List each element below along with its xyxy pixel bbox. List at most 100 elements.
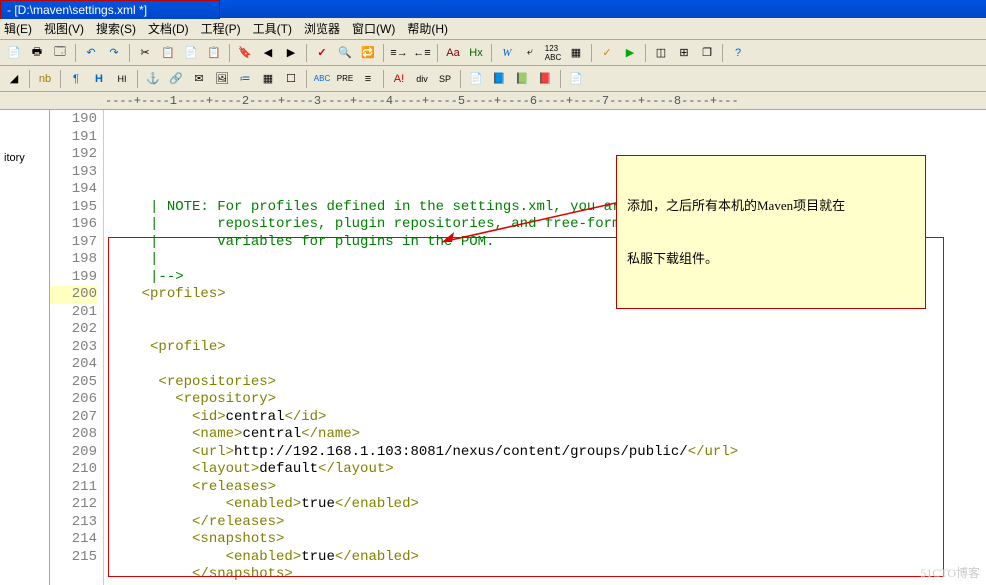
separator <box>491 44 492 62</box>
email-icon[interactable]: ✉ <box>189 69 209 89</box>
separator <box>383 44 384 62</box>
link-icon[interactable]: 🔗 <box>166 69 186 89</box>
cut-icon[interactable]: ✂ <box>135 43 155 63</box>
a-excl-icon[interactable]: A! <box>389 69 409 89</box>
separator <box>560 70 561 88</box>
paste-icon[interactable]: 📄 <box>181 43 201 63</box>
line-number: 191 <box>50 129 97 147</box>
check-icon[interactable]: ✓ <box>597 43 617 63</box>
separator <box>437 44 438 62</box>
doc-gray-icon[interactable]: 📄 <box>566 69 586 89</box>
menu-search[interactable]: 搜索(S) <box>96 20 136 37</box>
doc-blue-icon[interactable]: 📘 <box>489 69 509 89</box>
code-line[interactable]: <enabled>true</enabled> <box>108 549 986 567</box>
wrap-icon[interactable]: ⤶ <box>520 43 540 63</box>
code-line[interactable]: <layout>default</layout> <box>108 461 986 479</box>
code-line[interactable] <box>108 321 986 339</box>
sidebar-item[interactable]: itory <box>2 150 47 166</box>
heading-icon[interactable]: H <box>89 69 109 89</box>
nav-prev-icon[interactable]: ◀ <box>258 43 278 63</box>
menu-project[interactable]: 工程(P) <box>201 20 241 37</box>
code-line[interactable]: <repositories> <box>108 374 986 392</box>
word-icon[interactable]: W <box>497 43 517 63</box>
redo-icon[interactable]: ↷ <box>104 43 124 63</box>
find-icon[interactable]: 🔍 <box>335 43 355 63</box>
watermark: 51CTO博客 <box>920 564 980 581</box>
font-aa-icon[interactable]: Aa <box>443 43 463 63</box>
code-line[interactable]: <url>http://192.168.1.103:8081/nexus/con… <box>108 444 986 462</box>
bookmark-icon[interactable]: 🔖 <box>235 43 255 63</box>
anchor-icon[interactable]: ⚓ <box>143 69 163 89</box>
code-line[interactable]: <snapshots> <box>108 531 986 549</box>
code-area[interactable]: 添加，之后所有本机的Maven项目就在 私服下载组件。 | NOTE: For … <box>104 110 986 585</box>
window-title: - [D:\maven\settings.xml *] <box>0 0 220 19</box>
align-icon[interactable]: ≡ <box>358 69 378 89</box>
preview-icon[interactable]: 🗔 <box>50 43 70 63</box>
callout-line2: 私服下载组件。 <box>627 250 915 268</box>
run-icon[interactable]: ▶ <box>620 43 640 63</box>
help-icon[interactable]: ? <box>728 43 748 63</box>
code-line[interactable]: </snapshots> <box>108 566 986 584</box>
toolbar-2: ◢ nb ¶ H HI ⚓ 🔗 ✉ 🖼 ≔ ▦ ☐ ABC PRE ≡ A! d… <box>0 66 986 92</box>
nav-next-icon[interactable]: ▶ <box>281 43 301 63</box>
menu-window[interactable]: 窗口(W) <box>352 20 395 37</box>
sp-icon[interactable]: SP <box>435 69 455 89</box>
line-number: 206 <box>50 391 97 409</box>
separator <box>29 70 30 88</box>
div-icon[interactable]: div <box>412 69 432 89</box>
replace-icon[interactable]: 🔁 <box>358 43 378 63</box>
undo-icon[interactable]: ↶ <box>81 43 101 63</box>
image-icon[interactable]: 🖼 <box>212 69 232 89</box>
code-line[interactable]: <enabled>true</enabled> <box>108 496 986 514</box>
window-tile-icon[interactable]: ⊞ <box>674 43 694 63</box>
tag-b-icon[interactable]: ◢ <box>4 69 24 89</box>
window-cascade-icon[interactable]: ❐ <box>697 43 717 63</box>
separator <box>306 44 307 62</box>
hi-icon[interactable]: HI <box>112 69 132 89</box>
columns-icon[interactable]: 123ABC <box>543 43 563 63</box>
code-line[interactable] <box>108 356 986 374</box>
code-line[interactable]: </releases> <box>108 514 986 532</box>
line-number: 210 <box>50 461 97 479</box>
menu-browser[interactable]: 浏览器 <box>304 20 340 37</box>
grid-icon[interactable]: ▦ <box>566 43 586 63</box>
copy-icon[interactable]: 📋 <box>158 43 178 63</box>
doc-red-icon[interactable]: 📕 <box>535 69 555 89</box>
menu-tools[interactable]: 工具(T) <box>253 20 292 37</box>
nb-icon[interactable]: nb <box>35 69 55 89</box>
hex-icon[interactable]: Hx <box>466 43 486 63</box>
code-line[interactable]: <name>central</name> <box>108 426 986 444</box>
code-line[interactable]: <releases> <box>108 479 986 497</box>
doc-yellow-icon[interactable]: 📄 <box>466 69 486 89</box>
menu-edit[interactable]: 辑(E) <box>4 20 32 37</box>
separator <box>383 70 384 88</box>
sidebar: itory <box>0 110 50 585</box>
doc-green-icon[interactable]: 📗 <box>512 69 532 89</box>
new-file-icon[interactable]: 📄 <box>4 43 24 63</box>
menu-view[interactable]: 视图(V) <box>44 20 84 37</box>
list-icon[interactable]: ≔ <box>235 69 255 89</box>
editor[interactable]: 1901911921931941951961971981992002012022… <box>50 110 986 585</box>
line-number: 198 <box>50 251 97 269</box>
line-number: 200 <box>50 286 97 304</box>
form-icon[interactable]: ☐ <box>281 69 301 89</box>
code-line[interactable]: <repository> <box>108 391 986 409</box>
table-icon[interactable]: ▦ <box>258 69 278 89</box>
outdent-icon[interactable]: ←≡ <box>412 43 432 63</box>
line-number: 202 <box>50 321 97 339</box>
toolbar-1: 📄 🖶 🗔 ↶ ↷ ✂ 📋 📄 📋 🔖 ◀ ▶ ✓ 🔍 🔁 ≡→ ←≡ Aa H… <box>0 40 986 66</box>
line-number: 204 <box>50 356 97 374</box>
print-icon[interactable]: 🖶 <box>27 43 47 63</box>
clipboard-icon[interactable]: 📋 <box>204 43 224 63</box>
abc-icon[interactable]: ABC <box>312 69 332 89</box>
code-line[interactable]: <id>central</id> <box>108 409 986 427</box>
window-split-icon[interactable]: ◫ <box>651 43 671 63</box>
spellcheck-icon[interactable]: ✓ <box>312 43 332 63</box>
code-line[interactable]: <profile> <box>108 339 986 357</box>
indent-icon[interactable]: ≡→ <box>389 43 409 63</box>
paragraph-icon[interactable]: ¶ <box>66 69 86 89</box>
separator <box>591 44 592 62</box>
menu-doc[interactable]: 文档(D) <box>148 20 189 37</box>
menu-help[interactable]: 帮助(H) <box>407 20 448 37</box>
pre-icon[interactable]: PRE <box>335 69 355 89</box>
